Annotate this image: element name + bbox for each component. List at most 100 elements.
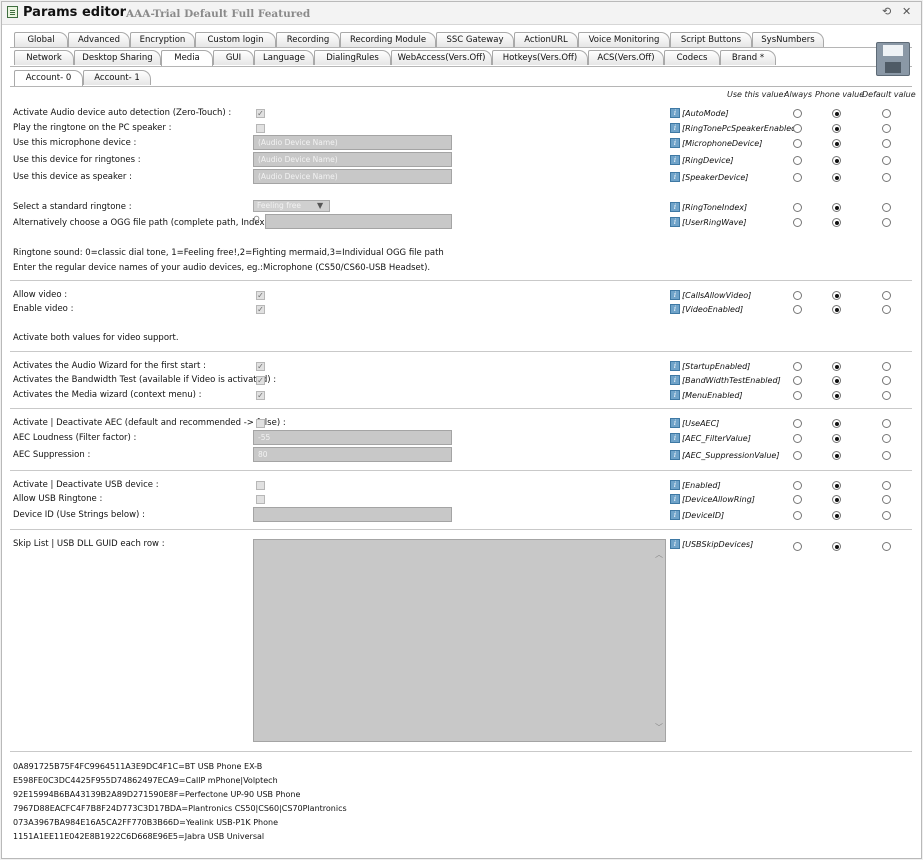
param-info-icon[interactable]: i [670, 138, 680, 148]
tab-script-buttons[interactable]: Script Buttons [670, 32, 752, 47]
radio-default-value[interactable] [882, 451, 891, 460]
audio-wizard-checkbox[interactable]: ✓ [256, 362, 265, 371]
speaker-device-field[interactable]: (Audio Device Name) [253, 169, 452, 184]
tab-voice-monitoring[interactable]: Voice Monitoring [578, 32, 670, 47]
radio-always[interactable] [793, 173, 802, 182]
radio-phone-value[interactable] [832, 139, 841, 148]
radio-always[interactable] [793, 291, 802, 300]
radio-default-value[interactable] [882, 156, 891, 165]
radio-default-value[interactable] [882, 173, 891, 182]
tab-brand[interactable]: Brand * [720, 50, 776, 65]
usb-ringtone-checkbox[interactable] [256, 495, 265, 504]
tab-custom-login[interactable]: Custom login [195, 32, 276, 47]
microphone-device-field[interactable]: (Audio Device Name) [253, 135, 452, 150]
param-info-icon[interactable]: i [670, 304, 680, 314]
radio-phone-value[interactable] [832, 451, 841, 460]
param-info-icon[interactable]: i [670, 539, 680, 549]
aec-filter-value-field[interactable]: -55 [253, 430, 452, 445]
radio-always[interactable] [793, 218, 802, 227]
radio-default-value[interactable] [882, 376, 891, 385]
param-info-icon[interactable]: i [670, 494, 680, 504]
radio-phone-value[interactable] [832, 291, 841, 300]
param-info-icon[interactable]: i [670, 361, 680, 371]
param-info-icon[interactable]: i [670, 172, 680, 182]
param-info-icon[interactable]: i [670, 433, 680, 443]
radio-always[interactable] [793, 495, 802, 504]
param-info-icon[interactable]: i [670, 155, 680, 165]
radio-always[interactable] [793, 362, 802, 371]
radio-phone-value[interactable] [832, 542, 841, 551]
radio-default-value[interactable] [882, 542, 891, 551]
usb-skip-devices-textarea[interactable] [253, 539, 666, 742]
radio-phone-value[interactable] [832, 156, 841, 165]
radio-phone-value[interactable] [832, 376, 841, 385]
radio-default-value[interactable] [882, 139, 891, 148]
radio-always[interactable] [793, 434, 802, 443]
radio-always[interactable] [793, 376, 802, 385]
radio-always[interactable] [793, 109, 802, 118]
bandwidth-test-checkbox[interactable]: ✓ [256, 376, 265, 385]
radio-default-value[interactable] [882, 434, 891, 443]
ogg-file-path-field[interactable] [265, 214, 452, 229]
aec-suppression-value-field[interactable]: 80 [253, 447, 452, 462]
radio-phone-value[interactable] [832, 173, 841, 182]
radio-default-value[interactable] [882, 481, 891, 490]
radio-default-value[interactable] [882, 511, 891, 520]
radio-default-value[interactable] [882, 391, 891, 400]
search-icon[interactable]: ⚲ [253, 215, 260, 226]
radio-phone-value[interactable] [832, 481, 841, 490]
device-id-field[interactable] [253, 507, 452, 522]
radio-always[interactable] [793, 542, 802, 551]
radio-default-value[interactable] [882, 362, 891, 371]
radio-default-value[interactable] [882, 495, 891, 504]
radio-default-value[interactable] [882, 291, 891, 300]
tab-recording-module[interactable]: Recording Module [340, 32, 436, 47]
radio-always[interactable] [793, 124, 802, 133]
tab-desktop-sharing[interactable]: Desktop Sharing [74, 50, 161, 65]
radio-always[interactable] [793, 156, 802, 165]
param-info-icon[interactable]: i [670, 123, 680, 133]
param-info-icon[interactable]: i [670, 390, 680, 400]
scroll-up-icon[interactable]: ︿ [655, 549, 663, 560]
radio-phone-value[interactable] [832, 305, 841, 314]
tab-sysnumbers[interactable]: SysNumbers [752, 32, 824, 47]
radio-default-value[interactable] [882, 305, 891, 314]
param-info-icon[interactable]: i [670, 217, 680, 227]
allow-video-checkbox[interactable]: ✓ [256, 291, 265, 300]
radio-default-value[interactable] [882, 419, 891, 428]
tab-acs[interactable]: ACS(Vers.Off) [588, 50, 664, 65]
radio-always[interactable] [793, 391, 802, 400]
radio-phone-value[interactable] [832, 495, 841, 504]
radio-always[interactable] [793, 203, 802, 212]
radio-default-value[interactable] [882, 109, 891, 118]
tab-advanced[interactable]: Advanced [68, 32, 130, 47]
tab-hotkeys[interactable]: Hotkeys(Vers.Off) [492, 50, 588, 65]
close-icon[interactable]: ✕ [902, 6, 911, 18]
tab-actionurl[interactable]: ActionURL [514, 32, 578, 47]
radio-default-value[interactable] [882, 218, 891, 227]
radio-always[interactable] [793, 305, 802, 314]
param-info-icon[interactable]: i [670, 202, 680, 212]
tab-codecs[interactable]: Codecs [664, 50, 720, 65]
usb-device-checkbox[interactable] [256, 481, 265, 490]
tab-global[interactable]: Global [14, 32, 68, 47]
save-icon[interactable] [876, 42, 910, 76]
automode-checkbox[interactable]: ✓ [256, 109, 265, 118]
refresh-icon[interactable]: ⟲ [882, 6, 891, 18]
radio-always[interactable] [793, 451, 802, 460]
param-info-icon[interactable]: i [670, 450, 680, 460]
radio-phone-value[interactable] [832, 391, 841, 400]
param-info-icon[interactable]: i [670, 480, 680, 490]
ring-device-field[interactable]: (Audio Device Name) [253, 152, 452, 167]
radio-always[interactable] [793, 481, 802, 490]
radio-always[interactable] [793, 419, 802, 428]
radio-always[interactable] [793, 511, 802, 520]
scroll-down-icon[interactable]: ﹀ [655, 722, 663, 733]
radio-default-value[interactable] [882, 124, 891, 133]
tab-webaccess[interactable]: WebAccess(Vers.Off) [391, 50, 492, 65]
radio-phone-value[interactable] [832, 218, 841, 227]
radio-always[interactable] [793, 139, 802, 148]
param-info-icon[interactable]: i [670, 510, 680, 520]
chevron-down-icon[interactable]: ▼ [317, 201, 323, 210]
tab-dialingrules[interactable]: DialingRules [314, 50, 391, 65]
